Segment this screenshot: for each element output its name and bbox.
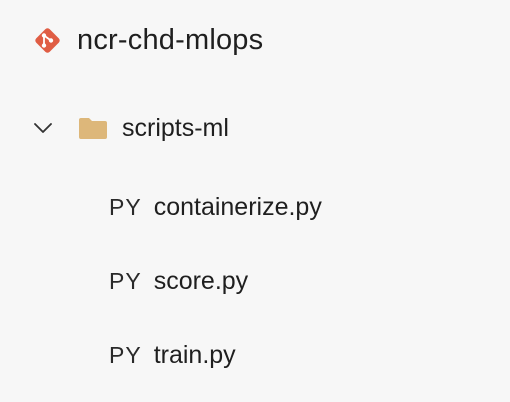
file-row-containerize[interactable]: PY containerize.py	[109, 187, 322, 227]
repository-name: ncr-chd-mlops	[77, 23, 264, 56]
folder-row-scripts-ml[interactable]: scripts-ml	[32, 108, 229, 148]
folder-label: scripts-ml	[122, 113, 229, 142]
git-diamond-icon	[34, 27, 61, 54]
folder-icon	[78, 116, 108, 140]
file-label: score.py	[153, 266, 249, 295]
file-label: train.py	[153, 340, 236, 369]
python-file-icon: PY	[109, 267, 142, 294]
file-row-train[interactable]: PY train.py	[109, 335, 236, 375]
file-explorer: ncr-chd-mlops scripts-ml PY containerize…	[0, 0, 510, 402]
repository-header[interactable]: ncr-chd-mlops	[34, 20, 263, 60]
file-row-score[interactable]: PY score.py	[109, 261, 248, 301]
file-label: containerize.py	[153, 192, 322, 221]
python-file-icon: PY	[109, 341, 142, 368]
python-file-icon: PY	[109, 193, 142, 220]
chevron-down-icon[interactable]	[32, 117, 54, 139]
